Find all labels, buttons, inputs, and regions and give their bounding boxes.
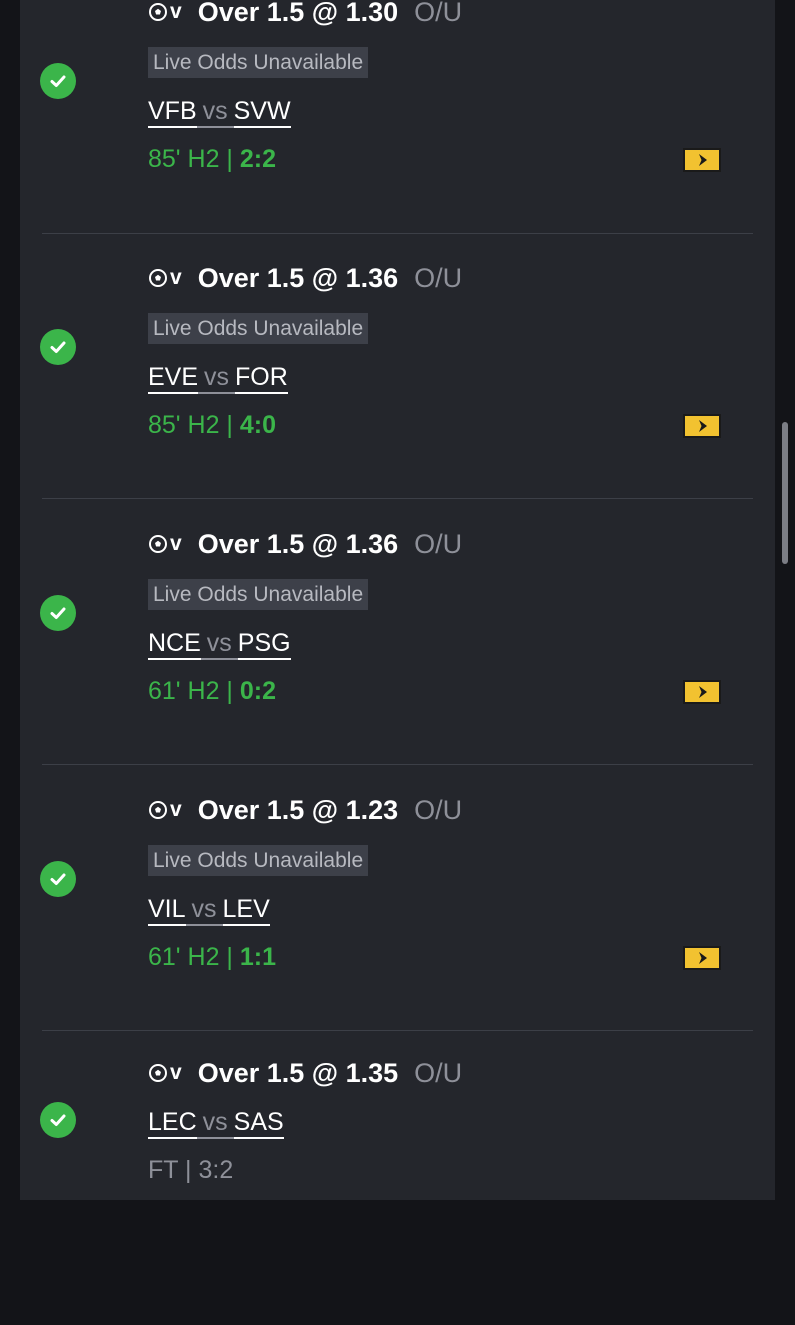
home-team: VIL: [148, 895, 186, 926]
scrollbar-thumb[interactable]: [782, 422, 788, 564]
won-check-icon: [40, 861, 76, 897]
bet-market: Over 1.5 @ 1.36: [197, 262, 399, 293]
home-team: EVE: [148, 363, 199, 394]
away-team: LEV: [222, 895, 270, 926]
bet-item: v Over 1.5 @ 1.30 O/U Live Odds Unavaila…: [20, 0, 775, 261]
vs-label: vs: [196, 1108, 234, 1139]
live-stream-icon[interactable]: [683, 148, 721, 172]
match-time: 61' H2 |: [148, 677, 240, 705]
bet-market: Over 1.5 @ 1.35: [197, 1057, 399, 1088]
soccer-ball-icon: [149, 1064, 167, 1082]
bet-type: O/U: [414, 1057, 463, 1088]
away-team: SAS: [233, 1108, 284, 1139]
bet-divider: [42, 498, 753, 499]
soccer-ball-icon: [149, 3, 167, 21]
live-odds-unavailable-badge: Live Odds Unavailable: [148, 579, 369, 610]
match-teams-link[interactable]: VFB vs SVW: [148, 97, 291, 128]
bet-item: v Over 1.5 @ 1.23 O/U Live Odds Unavaila…: [20, 793, 775, 1059]
match-time: 85' H2 |: [148, 145, 240, 173]
home-team: VFB: [148, 97, 197, 128]
match-teams-link[interactable]: EVE vs FOR: [148, 363, 288, 394]
bet-divider: [42, 764, 753, 765]
vs-label: vs: [200, 629, 238, 660]
bet-divider: [42, 233, 753, 234]
bet-type: O/U: [414, 794, 463, 825]
match-score: 4:0: [239, 411, 277, 439]
away-team: SVW: [233, 97, 291, 128]
vs-label: vs: [185, 895, 223, 926]
home-team: NCE: [148, 629, 201, 660]
away-team: PSG: [237, 629, 291, 660]
match-time: 61' H2 |: [148, 943, 240, 971]
won-check-icon: [40, 329, 76, 365]
soccer-ball-icon: [149, 535, 167, 553]
bet-market: Over 1.5 @ 1.23: [197, 794, 399, 825]
match-score: 0:2: [239, 677, 277, 705]
match-score: 3:2: [198, 1156, 234, 1184]
match-score: 2:2: [239, 145, 277, 173]
home-team: LEC: [148, 1108, 197, 1139]
sport-letter: v: [170, 0, 182, 23]
bet-title-row: v Over 1.5 @ 1.30 O/U: [148, 0, 462, 29]
match-teams-link[interactable]: NCE vs PSG: [148, 629, 291, 660]
match-teams-link[interactable]: LEC vs SAS: [148, 1108, 284, 1139]
match-status: FT | 3:2: [148, 1156, 233, 1186]
match-status: 61' H2 | 1:1: [148, 943, 276, 973]
live-stream-icon[interactable]: [683, 680, 721, 704]
bet-type: O/U: [414, 528, 463, 559]
live-stream-icon[interactable]: [683, 414, 721, 438]
live-odds-unavailable-badge: Live Odds Unavailable: [148, 47, 369, 78]
bet-slip-panel: v Over 1.5 @ 1.30 O/U Live Odds Unavaila…: [20, 0, 775, 1200]
bet-item: v Over 1.5 @ 1.36 O/U Live Odds Unavaila…: [20, 527, 775, 793]
vs-label: vs: [198, 363, 236, 394]
match-score: 1:1: [239, 943, 277, 971]
sport-letter: v: [170, 798, 182, 821]
bet-type: O/U: [414, 0, 463, 27]
live-stream-icon[interactable]: [683, 946, 721, 970]
match-status: 61' H2 | 0:2: [148, 677, 276, 707]
match-status: 85' H2 | 2:2: [148, 145, 276, 175]
bet-title-row: v Over 1.5 @ 1.36 O/U: [148, 261, 462, 295]
live-odds-unavailable-badge: Live Odds Unavailable: [148, 845, 369, 876]
bet-item: v Over 1.5 @ 1.36 O/U Live Odds Unavaila…: [20, 261, 775, 527]
match-time: FT |: [148, 1156, 199, 1184]
bet-title-row: v Over 1.5 @ 1.35 O/U: [148, 1056, 462, 1090]
sport-letter: v: [170, 1061, 182, 1084]
sport-letter: v: [170, 532, 182, 555]
match-status: 85' H2 | 4:0: [148, 411, 276, 441]
match-time: 85' H2 |: [148, 411, 240, 439]
bet-item: v Over 1.5 @ 1.35 O/U LEC vs SAS FT | 3:…: [20, 1056, 775, 1325]
bet-market: Over 1.5 @ 1.36: [197, 528, 399, 559]
soccer-ball-icon: [149, 801, 167, 819]
match-teams-link[interactable]: VIL vs LEV: [148, 895, 270, 926]
vs-label: vs: [196, 97, 234, 128]
won-check-icon: [40, 595, 76, 631]
bet-type: O/U: [414, 262, 463, 293]
bet-market: Over 1.5 @ 1.30: [197, 0, 399, 27]
away-team: FOR: [235, 363, 288, 394]
won-check-icon: [40, 1102, 76, 1138]
bet-title-row: v Over 1.5 @ 1.23 O/U: [148, 793, 462, 827]
sport-letter: v: [170, 266, 182, 289]
bet-title-row: v Over 1.5 @ 1.36 O/U: [148, 527, 462, 561]
live-odds-unavailable-badge: Live Odds Unavailable: [148, 313, 369, 344]
soccer-ball-icon: [149, 269, 167, 287]
bet-divider: [42, 1030, 753, 1031]
won-check-icon: [40, 63, 76, 99]
